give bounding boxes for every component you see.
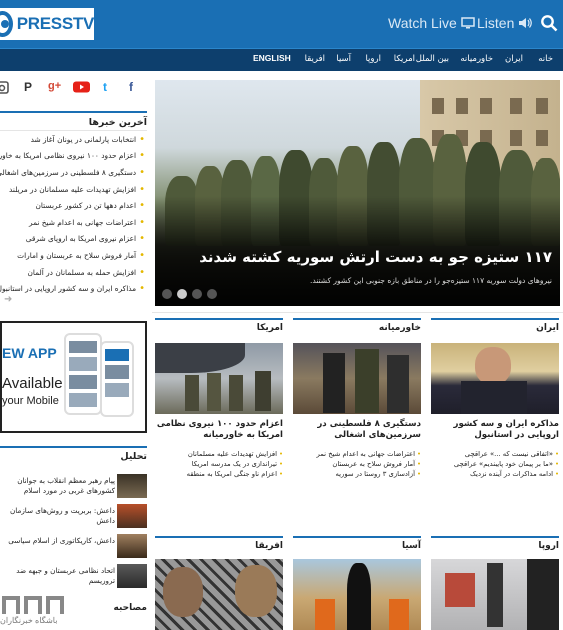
youtube-icon[interactable] [73, 80, 90, 94]
hero-summary: نیروهای دولت سوریه ۱۱۷ ستیزه‌جو را در من… [309, 276, 552, 285]
latest-news-title: آخرین خبرها [0, 111, 147, 131]
news-card-headline[interactable]: اعزام حدود ۱۰۰ نیروی نظامی امریکا به خاو… [155, 419, 283, 441]
latest-news: آخرین خبرها انتخابات پارلمانی در یونان آ… [0, 111, 147, 297]
latest-news-item[interactable]: انتخابات پارلمانی در یونان آغاز شد [0, 131, 147, 148]
news-card-bullet[interactable]: تیراندازی در یک مدرسه امریکا [155, 459, 283, 469]
analysis-item[interactable]: اتحاد نظامی عربستان و جبهه ضد تروریسم [0, 564, 147, 590]
nav-item-middle-east[interactable]: خاورمیانه [460, 54, 493, 64]
more-arrow-icon[interactable]: ➜ [4, 294, 12, 305]
hero-headline[interactable]: ۱۱۷ ستیزه جو به دست ارتش سوریه کشته شدند [199, 248, 552, 266]
section-title-asia[interactable]: آسیا [293, 536, 421, 552]
news-card-headline[interactable]: دستگیری ۸ فلسطینی در سرزمین‌های اشغالی [293, 419, 421, 441]
ad-line-3: your Mobile [2, 395, 59, 407]
section-title-iran[interactable]: ایران [431, 318, 559, 334]
ad-line-1: EW APP [2, 345, 57, 361]
presstv-logo[interactable]: PRESSTV [0, 8, 94, 40]
news-card-headline[interactable]: مذاکره ایران و سه کشور اروپایی در استانب… [431, 419, 560, 441]
latest-news-item[interactable]: دستگیری ۸ فلسطینی در سرزمین‌های اشغالی [0, 164, 147, 181]
analysis-section: تحلیل [0, 446, 147, 464]
twitter-icon[interactable]: t [103, 80, 107, 94]
nav-item-iran[interactable]: ایران [505, 54, 523, 64]
latest-news-item[interactable]: آمار فروش سلاح به عربستان و امارات [0, 247, 147, 264]
news-card-bullet[interactable]: «ما بر پیمان خود پایبندیم» عراقچی [431, 459, 559, 469]
logo-text: PRESSTV [16, 14, 95, 33]
latest-news-item[interactable]: افزایش حمله به مسلمانان در آلمان [0, 264, 147, 281]
analysis-thumbnail [117, 564, 147, 588]
news-card-bullet[interactable]: اعتراضات جهانی به اعدام شیخ نمر [293, 449, 421, 459]
news-card-bullet[interactable]: افزایش تهدیدات علیه مسلمانان [155, 449, 283, 459]
watermark-text: باشگاه خبرنگاران [0, 616, 58, 625]
main-nav: خانه ایران خاورمیانه بین الملل امریکا ار… [0, 48, 563, 71]
divider [152, 312, 563, 313]
nav-item-africa[interactable]: افریقا [305, 54, 325, 64]
slider-dots [162, 289, 217, 299]
section-title-africa[interactable]: افریقا [155, 536, 283, 552]
listen-button[interactable]: Listen [477, 15, 533, 31]
listen-label: Listen [477, 15, 515, 31]
news-card-bullet[interactable]: آزادسازی ۳ روستا در سوریه [293, 469, 421, 479]
phone-graphic [64, 333, 102, 415]
nav-item-america[interactable]: امریکا [394, 54, 415, 64]
instagram-icon[interactable] [0, 80, 10, 94]
hero-slider[interactable]: ۱۱۷ ستیزه جو به دست ارتش سوریه کشته شدند… [155, 80, 560, 306]
nav-item-international[interactable]: بین الملل [416, 54, 449, 64]
section-title-interview[interactable]: مصاحبه [0, 600, 147, 616]
news-card-bullet[interactable]: «اتفاقی نیست که ...» عراقچی [431, 449, 559, 459]
search-icon[interactable] [540, 14, 558, 32]
analysis-item-text: اتحاد نظامی عربستان و جبهه ضد تروریسم [16, 566, 115, 585]
analysis-item[interactable]: پیام رهبر معظم انقلاب به جوانان کشورهای … [0, 474, 147, 500]
logo-emblem-icon [0, 11, 13, 37]
speaker-icon [519, 18, 533, 28]
news-card-image [431, 343, 559, 414]
slider-dot[interactable] [192, 289, 202, 299]
news-card-image [155, 559, 283, 630]
analysis-item-text: داعش، کاریکاتوری از اسلام سیاسی [8, 536, 115, 545]
analysis-item-text: داعش: بربریت و روش‌های سازمان داعش [10, 506, 115, 525]
analysis-item-text: پیام رهبر معظم انقلاب به جوانان کشورهای … [17, 476, 115, 495]
latest-news-item[interactable]: اعزام حدود ۱۰۰ نیروی نظامی امریکا به خاو… [0, 148, 147, 165]
analysis-thumbnail [117, 474, 147, 498]
news-card-image [431, 559, 559, 630]
latest-news-item[interactable]: مذاکره ایران و سه کشور اروپایی در استانب… [0, 280, 147, 297]
news-card-image [155, 343, 283, 414]
section-title-middle-east[interactable]: خاورمیانه [293, 318, 421, 334]
analysis-thumbnail [117, 534, 147, 558]
latest-news-item[interactable]: اعدام دهها تن در کشور عربستان [0, 197, 147, 214]
watch-live-label: Watch Live [388, 15, 457, 31]
nav-item-asia[interactable]: آسیا [336, 54, 351, 64]
analysis-item[interactable]: داعش: بربریت و روش‌های سازمان داعش [0, 504, 147, 530]
googleplus-icon[interactable]: g+ [48, 80, 61, 94]
tv-icon [460, 17, 475, 29]
nav-item-english[interactable]: ENGLISH [253, 53, 291, 63]
analysis-title: تحلیل [0, 446, 147, 464]
slider-dot[interactable] [162, 289, 172, 299]
app-ad-banner[interactable]: EW APP Available your Mobile [0, 321, 147, 433]
section-title-europe[interactable]: اروپا [431, 536, 559, 552]
news-card-bullet[interactable]: اعزام ناو جنگی امریکا به منطقه [155, 469, 283, 479]
watch-live-button[interactable]: Watch Live [388, 15, 475, 31]
section-title-america[interactable]: امریکا [155, 318, 283, 334]
news-card-image [293, 559, 421, 630]
analysis-item[interactable]: داعش، کاریکاتوری از اسلام سیاسی [0, 534, 147, 560]
analysis-thumbnail [117, 504, 147, 528]
latest-news-item[interactable]: اعزام نیروی امریکا به اروپای شرقی [0, 231, 147, 248]
slider-dot[interactable] [207, 289, 217, 299]
ad-line-2: Available [2, 375, 63, 392]
nav-item-home[interactable]: خانه [538, 54, 553, 64]
latest-news-item[interactable]: افزایش تهدیدات علیه مسلمانان در مریلند [0, 181, 147, 198]
news-card-image [293, 343, 421, 414]
slider-dot-active[interactable] [177, 289, 187, 299]
nav-item-europe[interactable]: اروپا [365, 54, 381, 64]
news-card-bullet[interactable]: آمار فروش سلاح به عربستان [293, 459, 421, 469]
pinterest-icon[interactable]: P [24, 80, 32, 94]
facebook-icon[interactable]: f [129, 80, 133, 94]
news-card-bullet[interactable]: ادامه مذاکرات در آینده نزدیک [431, 469, 559, 479]
latest-news-item[interactable]: اعتراضات جهانی به اعدام شیخ نمر [0, 214, 147, 231]
phone-graphic [100, 341, 134, 417]
